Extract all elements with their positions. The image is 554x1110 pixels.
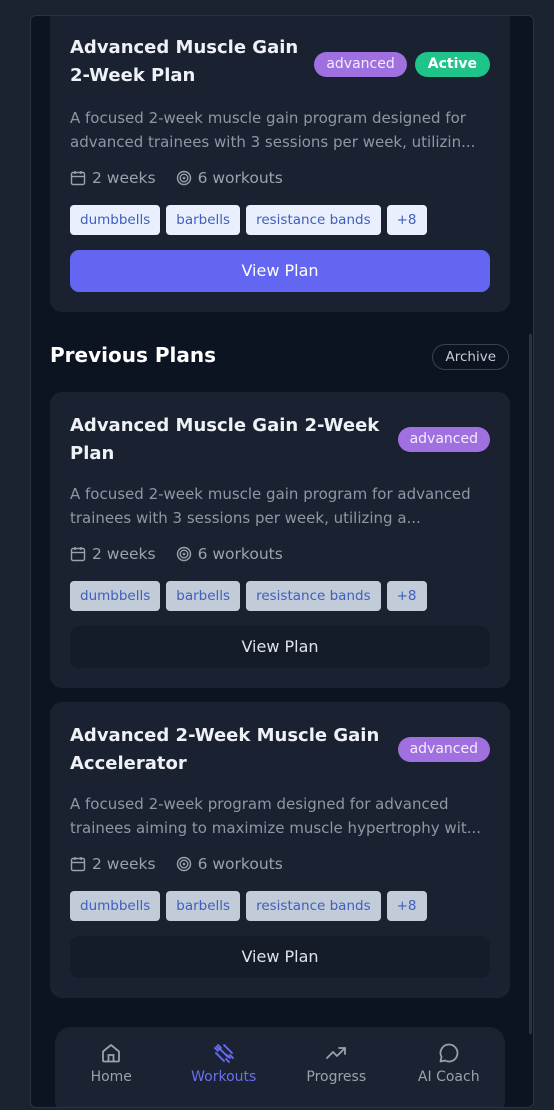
nav-item-progress[interactable]: Progress [280, 1027, 393, 1107]
plan-title: Advanced Muscle Gain 2-Week Plan [70, 415, 380, 464]
level-badge: advanced [314, 52, 407, 77]
active-plan-card: Advanced Muscle Gain 2-Week Plan advance… [50, 16, 510, 312]
previous-plan-card: Advanced Muscle Gain 2-Week Plan advance… [50, 392, 510, 688]
previous-plan-card: Advanced 2-Week Muscle Gain Accelerator … [50, 702, 510, 998]
plan-description: A focused 2-week muscle gain program des… [70, 109, 476, 151]
level-badge: advanced [397, 737, 490, 762]
view-plan-button[interactable]: View Plan [70, 936, 490, 978]
more-tags-count: +8 [386, 581, 427, 611]
equipment-tag: dumbbells [70, 581, 161, 611]
workouts-meta: 6 workouts [176, 545, 283, 563]
view-plan-button[interactable]: View Plan [70, 626, 490, 668]
plan-description: A focused 2-week program designed for ad… [70, 795, 482, 837]
equipment-tag: barbells [166, 891, 241, 921]
target-icon [176, 856, 191, 872]
duration-meta: 2 weeks [70, 545, 156, 563]
calendar-icon [70, 857, 86, 872]
nav-item-workouts[interactable]: Workouts [168, 1027, 281, 1107]
more-tags-count: +8 [386, 205, 427, 235]
equipment-tag: barbells [166, 205, 241, 235]
bottom-nav: Home Workouts Progress AI Coach [55, 1027, 506, 1107]
home-icon [102, 1044, 121, 1063]
section-title: Previous Plans [50, 343, 216, 367]
plan-title: Advanced Muscle Gain 2-Week Plan [70, 37, 299, 86]
chat-bubble-icon [439, 1043, 459, 1063]
equipment-tag: resistance bands [246, 205, 381, 235]
workouts-meta: 6 workouts [176, 855, 283, 873]
scrollbar[interactable] [529, 16, 533, 1107]
nav-item-ai-coach[interactable]: AI Coach [393, 1027, 506, 1107]
equipment-tag: barbells [166, 581, 241, 611]
more-tags-count: +8 [386, 891, 427, 921]
plan-title: Advanced 2-Week Muscle Gain Accelerator [70, 725, 380, 774]
equipment-tag: dumbbells [70, 205, 161, 235]
calendar-icon [70, 171, 86, 186]
status-badge: Active [414, 52, 490, 77]
workouts-meta: 6 workouts [176, 169, 283, 187]
app-frame: Advanced Muscle Gain 2-Week Plan advance… [30, 15, 534, 1108]
duration-meta: 2 weeks [70, 855, 156, 873]
equipment-tag: resistance bands [246, 891, 381, 921]
workouts-icon [213, 1044, 234, 1063]
equipment-tag: resistance bands [246, 581, 381, 611]
plan-description: A focused 2-week muscle gain program for… [70, 485, 471, 527]
trend-up-icon [326, 1047, 347, 1059]
equipment-tag: dumbbells [70, 891, 161, 921]
level-badge: advanced [397, 427, 490, 452]
duration-meta: 2 weeks [70, 169, 156, 187]
target-icon [176, 170, 191, 186]
scrollbar-thumb[interactable] [529, 334, 532, 1034]
target-icon [176, 546, 191, 562]
archive-button[interactable]: Archive [432, 344, 509, 370]
view-plan-button[interactable]: View Plan [70, 250, 490, 292]
calendar-icon [70, 547, 86, 562]
nav-item-home[interactable]: Home [55, 1027, 168, 1107]
